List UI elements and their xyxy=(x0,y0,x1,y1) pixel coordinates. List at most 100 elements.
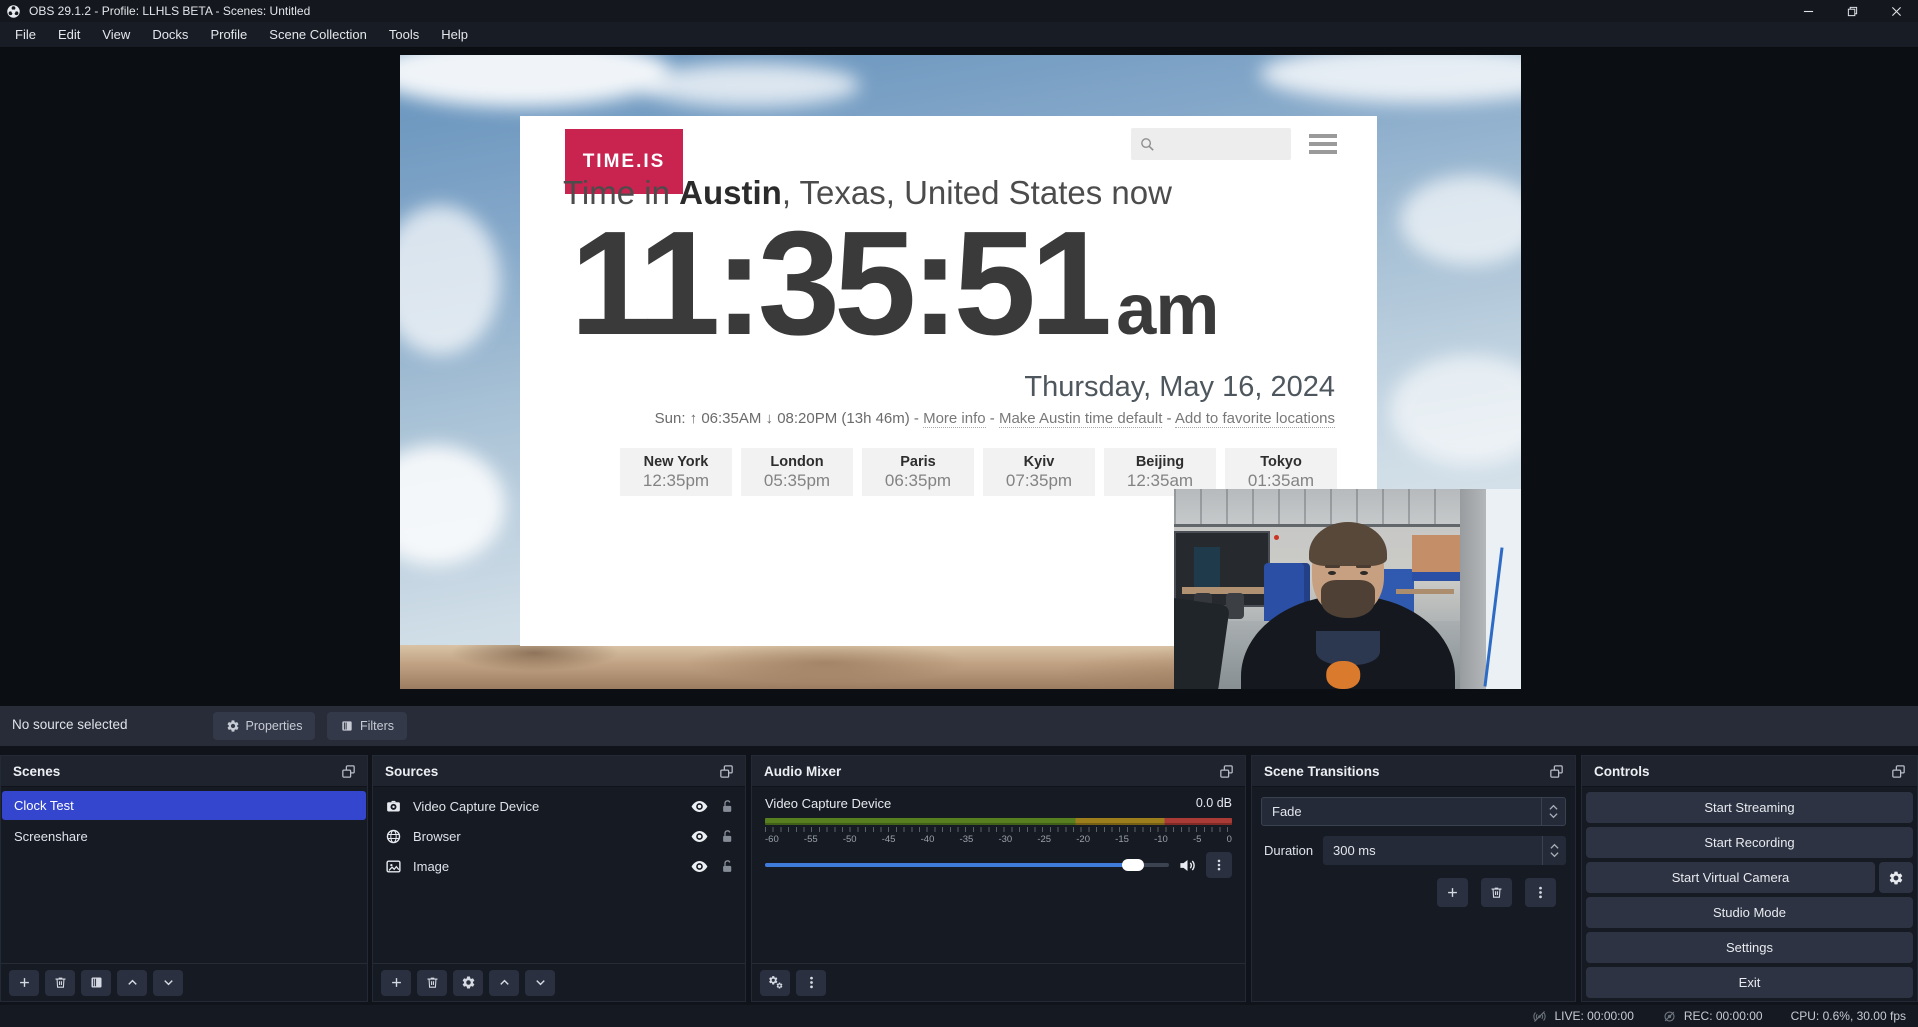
properties-button[interactable]: Properties xyxy=(213,712,315,740)
move-source-up-button[interactable] xyxy=(489,970,519,996)
visibility-eye-icon[interactable] xyxy=(690,797,709,816)
menu-view[interactable]: View xyxy=(91,23,141,46)
lock-icon[interactable] xyxy=(720,799,735,814)
transition-menu-button[interactable] xyxy=(1525,878,1556,907)
virtual-camera-config-button[interactable] xyxy=(1879,862,1913,893)
restore-button[interactable] xyxy=(1830,0,1874,22)
menu-file[interactable]: File xyxy=(4,23,47,46)
scenes-panel-header[interactable]: Scenes xyxy=(1,756,367,787)
scenes-toolbar xyxy=(1,963,367,1001)
menu-docks[interactable]: Docks xyxy=(141,23,199,46)
dropdown-spinner[interactable] xyxy=(1541,798,1565,825)
volume-slider-handle[interactable] xyxy=(1122,859,1144,871)
duration-spinbox[interactable]: 300 ms xyxy=(1323,836,1566,865)
live-status: LIVE: 00:00:00 xyxy=(1532,1009,1633,1024)
remove-scene-button[interactable] xyxy=(45,970,75,996)
volume-slider[interactable] xyxy=(765,852,1169,878)
menubar: File Edit View Docks Profile Scene Colle… xyxy=(0,22,1918,48)
scenes-panel-title: Scenes xyxy=(13,764,340,779)
speaker-icon[interactable] xyxy=(1178,856,1197,875)
duration-label: Duration xyxy=(1261,843,1323,858)
dock-popout-icon[interactable] xyxy=(1890,763,1907,780)
lock-icon[interactable] xyxy=(720,829,735,844)
audio-channel-menu-button[interactable] xyxy=(1206,852,1232,878)
filters-icon xyxy=(89,975,104,990)
broadcast-off-icon xyxy=(1532,1009,1547,1024)
obs-logo-icon xyxy=(6,4,21,19)
advanced-audio-properties-button[interactable] xyxy=(760,970,790,996)
menu-edit[interactable]: Edit xyxy=(47,23,91,46)
sources-list: Video Capture Device Browser Image xyxy=(373,787,745,881)
filters-icon xyxy=(340,719,354,733)
menu-tools[interactable]: Tools xyxy=(378,23,430,46)
remove-source-button[interactable] xyxy=(417,970,447,996)
menu-profile[interactable]: Profile xyxy=(199,23,258,46)
audio-mixer-menu-button[interactable] xyxy=(796,970,826,996)
source-toolbar: No source selected Properties Filters xyxy=(0,706,1918,746)
dock-popout-icon[interactable] xyxy=(1218,763,1235,780)
audio-meter-ruler xyxy=(765,827,1232,832)
duration-value: 300 ms xyxy=(1323,836,1542,865)
scene-transitions-header[interactable]: Scene Transitions xyxy=(1252,756,1575,787)
titlebar[interactable]: OBS 29.1.2 - Profile: LLHLS BETA - Scene… xyxy=(0,0,1918,22)
minimize-icon xyxy=(1803,6,1814,17)
transition-selected-value: Fade xyxy=(1262,798,1541,825)
webcam-window xyxy=(1486,489,1521,689)
scene-item-screenshare[interactable]: Screenshare xyxy=(2,822,366,851)
source-item-video-capture[interactable]: Video Capture Device xyxy=(373,791,745,821)
exit-button[interactable]: Exit xyxy=(1586,967,1913,998)
filters-button[interactable]: Filters xyxy=(327,712,407,740)
controls-header[interactable]: Controls xyxy=(1582,756,1917,787)
cpu-fps-stats: CPU: 0.6%, 30.00 fps xyxy=(1791,1009,1906,1023)
menu-help[interactable]: Help xyxy=(430,23,479,46)
add-scene-button[interactable] xyxy=(9,970,39,996)
audio-vu-meter xyxy=(765,818,1232,825)
audio-mixer-toolbar xyxy=(752,963,1245,1001)
preview-canvas[interactable]: TIME.IS Time in Austin, Texas, United St… xyxy=(400,55,1521,689)
audio-mixer-title: Audio Mixer xyxy=(764,764,1218,779)
window-title: OBS 29.1.2 - Profile: LLHLS BETA - Scene… xyxy=(29,4,310,18)
audio-mixer-panel: Audio Mixer Video Capture Device 0.0 dB … xyxy=(751,755,1246,1002)
move-scene-up-button[interactable] xyxy=(117,970,147,996)
chevron-down-icon xyxy=(161,975,176,990)
webcam-person-beard xyxy=(1321,580,1375,618)
add-source-button[interactable] xyxy=(381,970,411,996)
menu-scene-collection[interactable]: Scene Collection xyxy=(258,23,378,46)
cloud xyxy=(1390,355,1521,465)
chevron-up-icon xyxy=(125,975,140,990)
visibility-eye-icon[interactable] xyxy=(690,827,709,846)
sources-panel-header[interactable]: Sources xyxy=(373,756,745,787)
scene-item-clock-test[interactable]: Clock Test xyxy=(2,791,366,820)
webcam-person-head xyxy=(1312,525,1384,615)
dock-popout-icon[interactable] xyxy=(1548,763,1565,780)
close-button[interactable] xyxy=(1874,0,1918,22)
source-status-text: No source selected xyxy=(12,717,128,732)
trash-icon xyxy=(425,975,440,990)
dock-popout-icon[interactable] xyxy=(718,763,735,780)
move-source-down-button[interactable] xyxy=(525,970,555,996)
scene-filters-button[interactable] xyxy=(81,970,111,996)
settings-button[interactable]: Settings xyxy=(1586,932,1913,963)
start-recording-button[interactable]: Start Recording xyxy=(1586,827,1913,858)
remove-transition-button[interactable] xyxy=(1481,878,1512,907)
source-properties-button[interactable] xyxy=(453,970,483,996)
start-virtual-camera-button[interactable]: Start Virtual Camera xyxy=(1586,862,1875,893)
dock-popout-icon[interactable] xyxy=(340,763,357,780)
chevron-down-icon xyxy=(533,975,548,990)
visibility-eye-icon[interactable] xyxy=(690,857,709,876)
webcam-person-hair xyxy=(1309,522,1387,566)
source-item-image[interactable]: Image xyxy=(373,851,745,881)
duration-spinner[interactable] xyxy=(1542,836,1566,865)
studio-mode-button[interactable]: Studio Mode xyxy=(1586,897,1913,928)
audio-mixer-header[interactable]: Audio Mixer xyxy=(752,756,1245,787)
cloud xyxy=(640,63,860,107)
chevron-down-icon xyxy=(1549,812,1558,819)
source-item-browser[interactable]: Browser xyxy=(373,821,745,851)
transition-dropdown[interactable]: Fade xyxy=(1261,797,1566,826)
start-streaming-button[interactable]: Start Streaming xyxy=(1586,792,1913,823)
minimize-button[interactable] xyxy=(1786,0,1830,22)
chevron-up-icon xyxy=(497,975,512,990)
move-scene-down-button[interactable] xyxy=(153,970,183,996)
lock-icon[interactable] xyxy=(720,859,735,874)
add-transition-button[interactable] xyxy=(1437,878,1468,907)
